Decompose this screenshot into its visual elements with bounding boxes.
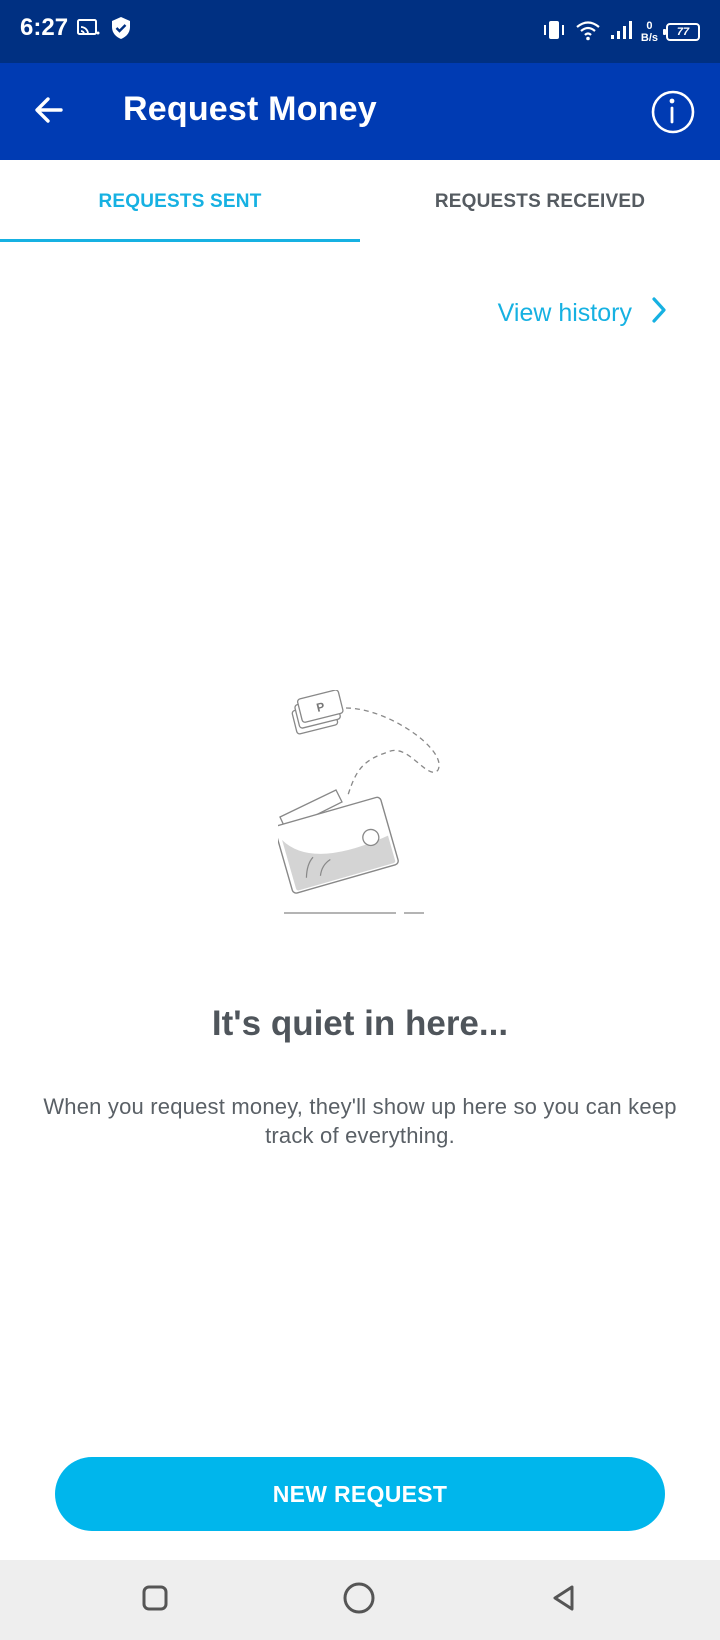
- home-button[interactable]: [339, 1580, 379, 1620]
- view-history-label: View history: [497, 299, 632, 327]
- status-left-icons: [76, 16, 132, 45]
- view-history-link[interactable]: View history: [498, 296, 668, 331]
- wifi-icon: [575, 19, 601, 46]
- back-triangle-icon: [549, 1583, 579, 1618]
- shield-check-icon: [110, 16, 132, 45]
- back-arrow-icon: [33, 94, 65, 131]
- nav-back-button[interactable]: [544, 1580, 584, 1620]
- net-speed: 0 B/s: [641, 20, 658, 44]
- battery-level: 77: [676, 26, 690, 38]
- status-bar: 6:27 0 B/s 77: [0, 0, 720, 63]
- home-circle-icon: [342, 1581, 376, 1620]
- signal-icon: [609, 19, 633, 46]
- net-speed-unit: B/s: [640, 32, 658, 44]
- system-nav-bar: [0, 1560, 720, 1640]
- active-tab-indicator: [0, 239, 360, 242]
- back-button[interactable]: [28, 91, 70, 133]
- tab-requests-received[interactable]: REQUESTS RECEIVED: [360, 160, 720, 243]
- wallet-illustration: P: [274, 689, 448, 920]
- tab-bar: REQUESTS SENT REQUESTS RECEIVED: [0, 160, 720, 243]
- new-request-button[interactable]: NEW REQUEST: [55, 1457, 665, 1531]
- recents-square-icon: [140, 1583, 170, 1618]
- screen-cast-icon: [76, 16, 100, 45]
- page-title: Request Money: [123, 90, 377, 128]
- net-speed-value: 0: [646, 20, 653, 32]
- tab-requests-sent[interactable]: REQUESTS SENT: [0, 160, 360, 243]
- recents-button[interactable]: [135, 1580, 175, 1620]
- info-button[interactable]: [650, 89, 696, 135]
- status-time: 6:27: [20, 14, 69, 41]
- app-bar: Request Money: [0, 63, 720, 160]
- empty-state-description: When you request money, they'll show up …: [43, 1094, 677, 1148]
- status-right-icons: 0 B/s 77: [541, 12, 700, 52]
- vibrate-icon: [541, 19, 567, 46]
- info-icon: [650, 90, 696, 139]
- chevron-right-icon: [650, 296, 668, 331]
- empty-state-title: It's quiet in here...: [211, 1004, 509, 1043]
- battery-icon: 77: [663, 23, 700, 41]
